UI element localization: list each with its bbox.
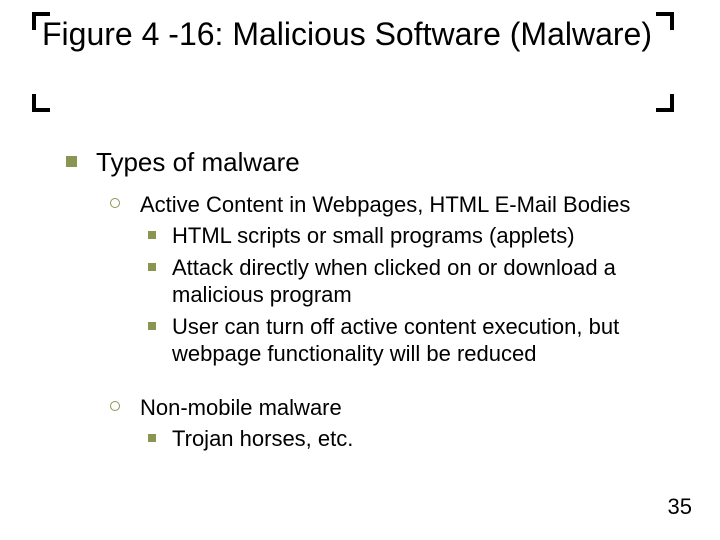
page-number: 35 — [668, 494, 692, 520]
bullet-level1: Types of malware — [58, 146, 668, 179]
bullet-level3: Trojan horses, etc. — [140, 425, 668, 453]
spacer — [58, 368, 668, 386]
title-container: Figure 4 -16: Malicious Software (Malwar… — [42, 16, 662, 53]
title-bracket-corner — [656, 94, 674, 112]
bullet-level2: Active Content in Webpages, HTML E-Mail … — [104, 191, 668, 219]
bullet-level3: Attack directly when clicked on or downl… — [140, 254, 668, 309]
bullet-level3: User can turn off active content executi… — [140, 313, 668, 368]
slide-body: Types of malware Active Content in Webpa… — [58, 146, 668, 453]
slide-title: Figure 4 -16: Malicious Software (Malwar… — [42, 16, 662, 53]
bullet-level3: HTML scripts or small programs (applets) — [140, 222, 668, 250]
bullet-level2: Non-mobile malware — [104, 394, 668, 422]
slide: Figure 4 -16: Malicious Software (Malwar… — [0, 0, 720, 540]
title-bracket-corner — [32, 94, 50, 112]
